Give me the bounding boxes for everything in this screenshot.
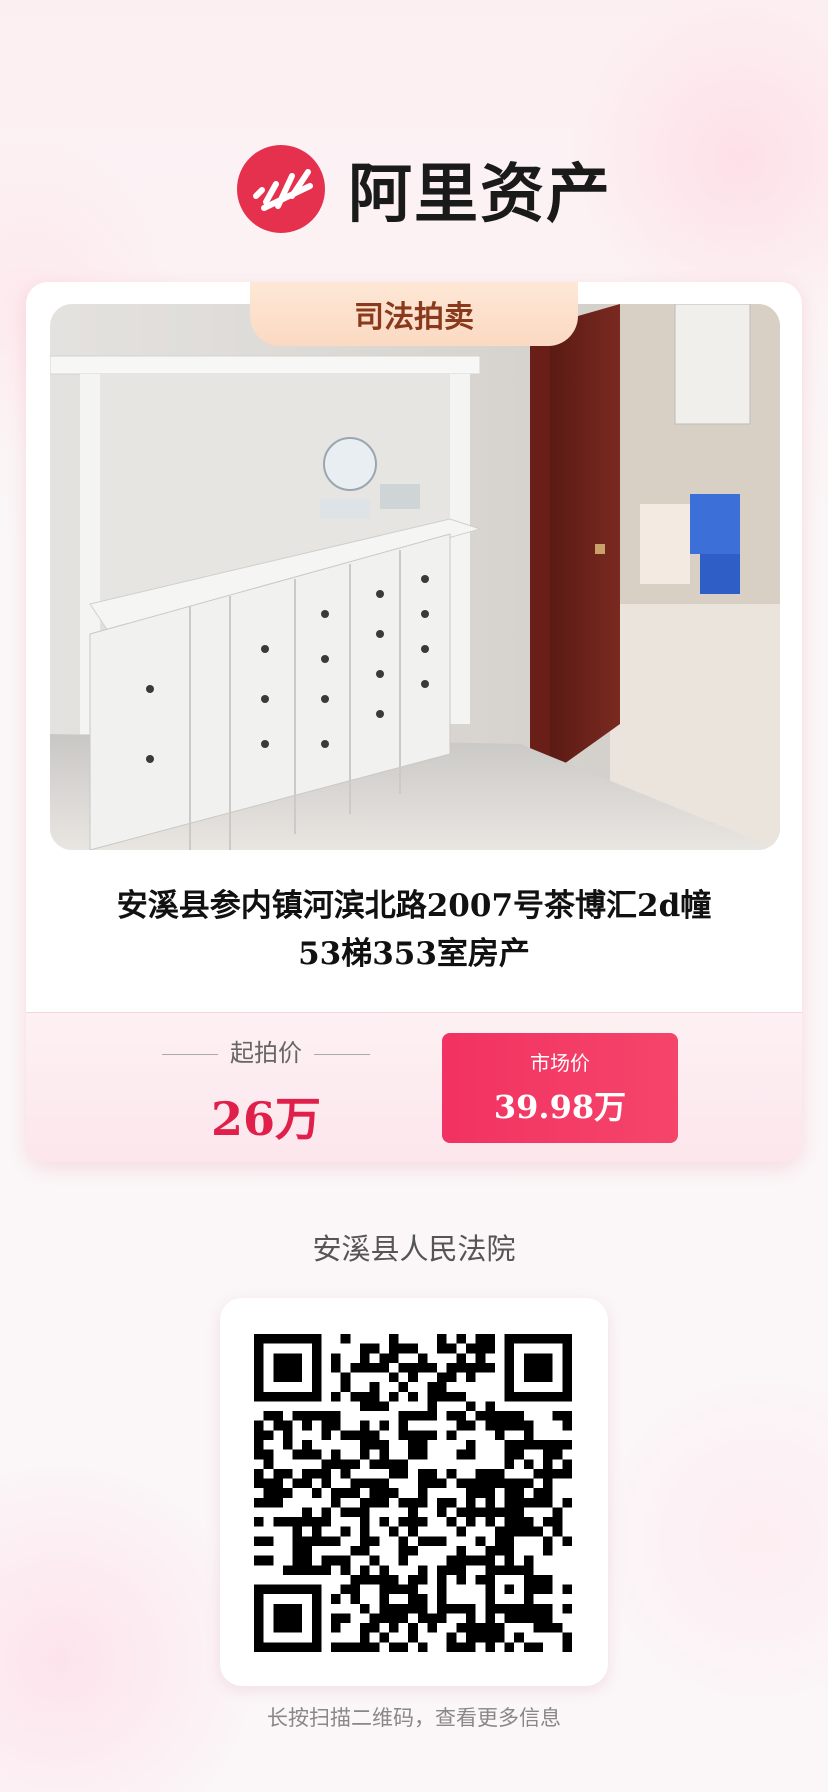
price-section: 起拍价 26万 市场价 39.98万	[26, 1012, 802, 1162]
auction-card[interactable]: 司法拍卖 安溪县参内镇河滨北路2007号茶博汇2d幢 53梯353室房产 起拍价…	[26, 282, 802, 1162]
market-price-value: 39.98万	[493, 1088, 627, 1126]
qr-hint-text: 长按扫描二维码，查看更多信息	[267, 1706, 561, 1730]
start-price-value: 26万	[210, 1092, 321, 1146]
ali-asset-logo-icon	[237, 145, 325, 233]
brand-header: 阿里资产	[236, 143, 612, 235]
property-title: 安溪县参内镇河滨北路2007号茶博汇2d幢 53梯353室房产	[66, 882, 762, 978]
market-price-button[interactable]: 市场价 39.98万	[442, 1033, 678, 1143]
property-photo[interactable]	[50, 304, 780, 850]
property-title-line1: 安溪县参内镇河滨北路2007号茶博汇2d幢	[116, 888, 712, 924]
brand-name: 阿里资产	[348, 158, 612, 232]
divider-left	[162, 1053, 218, 1055]
qr-code[interactable]	[254, 1334, 572, 1652]
court-name: 安溪县人民法院	[312, 1232, 516, 1266]
start-price-label: 起拍价	[230, 1039, 302, 1067]
qr-code-card[interactable]	[220, 1298, 608, 1686]
start-price-label-row: 起拍价	[146, 1033, 386, 1068]
property-title-line2: 53梯353室房产	[298, 936, 530, 972]
market-price-label: 市场价	[530, 1051, 590, 1075]
judicial-auction-tag: 司法拍卖	[250, 282, 578, 346]
divider-right	[314, 1053, 370, 1055]
